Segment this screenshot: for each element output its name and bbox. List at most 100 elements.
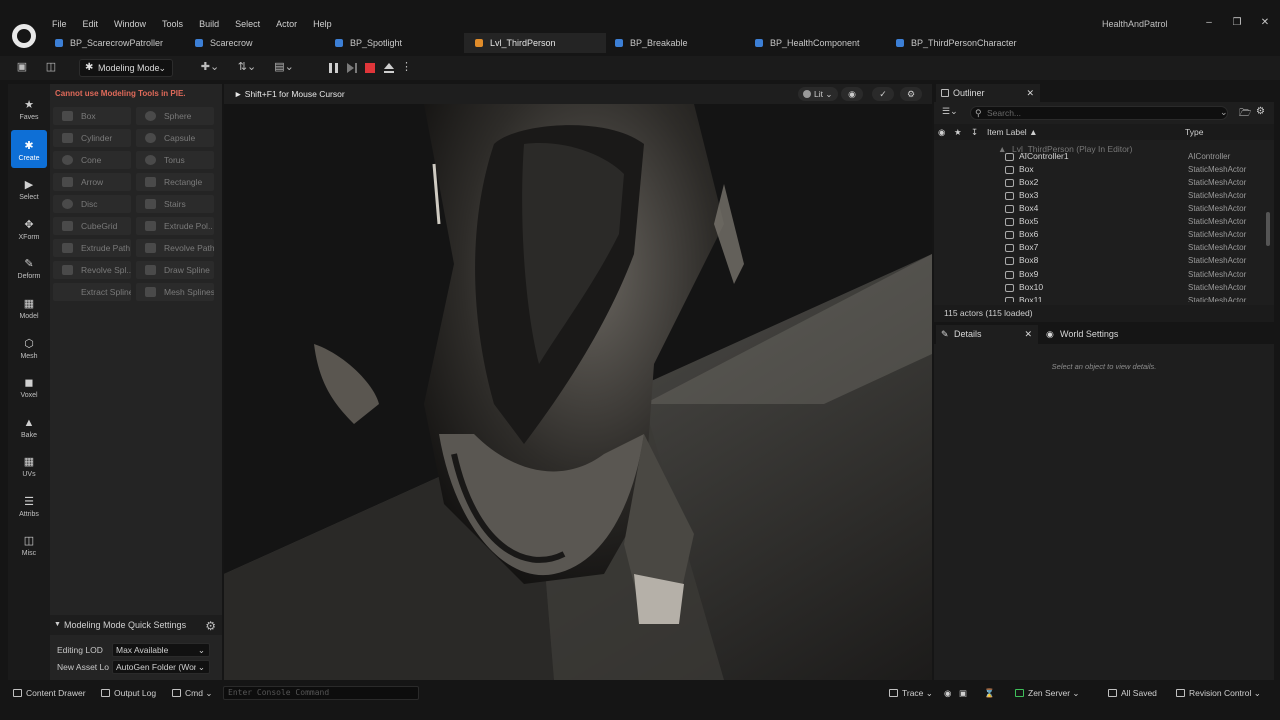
tool-cubegrid[interactable]: CubeGrid bbox=[53, 217, 131, 235]
output-log-button[interactable]: Output Log bbox=[100, 683, 156, 703]
chevron-down-icon[interactable]: ⌄ bbox=[1220, 107, 1228, 118]
tool-capsule[interactable]: Capsule bbox=[136, 129, 214, 147]
more-options-icon[interactable]: ⋮ bbox=[401, 61, 412, 74]
eject-icon[interactable] bbox=[382, 61, 396, 75]
menu-help[interactable]: Help bbox=[305, 18, 340, 30]
gear-icon[interactable]: ⚙ bbox=[205, 616, 216, 636]
content-drawer-button[interactable]: Content Drawer bbox=[12, 683, 86, 703]
tab-bp-spotlight[interactable]: BP_Spotlight bbox=[324, 33, 458, 53]
menu-window[interactable]: Window bbox=[106, 18, 154, 30]
menu-build[interactable]: Build bbox=[191, 18, 227, 30]
tool-torus[interactable]: Torus bbox=[136, 151, 214, 169]
tool-cone[interactable]: Cone bbox=[53, 151, 131, 169]
menu-actor[interactable]: Actor bbox=[268, 18, 305, 30]
tool-revolve-path[interactable]: Revolve Path bbox=[136, 239, 214, 257]
list-item[interactable]: Box4 StaticMeshActor bbox=[934, 202, 1266, 215]
tool-disc[interactable]: Disc bbox=[53, 195, 131, 213]
viewport-settings-icon[interactable]: ⚙ bbox=[900, 87, 922, 101]
outliner-search-input[interactable]: Search... bbox=[970, 106, 1228, 120]
tool-cylinder[interactable]: Cylinder bbox=[53, 129, 131, 147]
list-item[interactable]: Box5 StaticMeshActor bbox=[934, 215, 1266, 228]
editing-lod-dropdown[interactable]: Max Available ⌄ bbox=[112, 643, 210, 657]
trace-dropdown[interactable]: Trace ⌄ bbox=[888, 683, 933, 703]
tab-bp-thirdpersoncharacter[interactable]: BP_ThirdPersonCharacter bbox=[885, 33, 1045, 53]
outliner-tab[interactable]: Outliner ✕ bbox=[936, 84, 1040, 102]
cinematics-icon[interactable]: ▤⌄ bbox=[272, 61, 296, 74]
palette-uvs[interactable]: ▦ UVs bbox=[8, 446, 50, 484]
list-item[interactable]: Box9 StaticMeshActor bbox=[934, 268, 1266, 281]
close-icon[interactable]: ✕ bbox=[1251, 16, 1279, 30]
show-flags-icon[interactable]: ◉ bbox=[841, 87, 863, 101]
advance-frame-icon[interactable] bbox=[345, 61, 359, 75]
palette-faves[interactable]: ★ Faves bbox=[8, 89, 50, 127]
tab-scarecrow[interactable]: Scarecrow bbox=[184, 33, 318, 53]
list-item[interactable]: Box StaticMeshActor bbox=[934, 163, 1266, 176]
tool-arrow[interactable]: Arrow bbox=[53, 173, 131, 191]
list-item[interactable]: AIController1 AIController bbox=[934, 150, 1266, 163]
item-label-column[interactable]: Item Label ▲ bbox=[987, 124, 1037, 140]
filter-icon[interactable]: ☰⌄ bbox=[942, 106, 958, 117]
blueprints-icon[interactable]: ⇅⌄ bbox=[235, 61, 259, 74]
all-saved-button[interactable]: All Saved bbox=[1107, 683, 1157, 703]
add-folder-icon[interactable]: 🗁 bbox=[1239, 106, 1251, 123]
maximize-icon[interactable]: ❐ bbox=[1223, 16, 1251, 30]
list-item[interactable]: Box2 StaticMeshActor bbox=[934, 176, 1266, 189]
add-actor-icon[interactable]: ✚⌄ bbox=[198, 61, 222, 74]
list-item[interactable]: Box3 StaticMeshActor bbox=[934, 189, 1266, 202]
palette-attribs[interactable]: ☰ Attribs bbox=[8, 486, 50, 524]
close-icon[interactable]: ✕ bbox=[1024, 325, 1032, 344]
pause-icon[interactable] bbox=[327, 61, 341, 75]
list-item[interactable]: Box6 StaticMeshActor bbox=[934, 228, 1266, 241]
type-column[interactable]: Type bbox=[1185, 124, 1203, 140]
list-item[interactable]: Box11 StaticMeshActor bbox=[934, 294, 1266, 302]
mode-dropdown[interactable]: ✱ Modeling Mode ⌄ bbox=[79, 59, 173, 77]
tool-stairs[interactable]: Stairs bbox=[136, 195, 214, 213]
star-icon[interactable]: ★ bbox=[954, 124, 962, 140]
list-item[interactable]: Box8 StaticMeshActor bbox=[934, 254, 1266, 267]
palette-deform[interactable]: ✎ Deform bbox=[8, 248, 50, 286]
tab-lvl-thirdperson[interactable]: Lvl_ThirdPerson bbox=[464, 33, 606, 53]
tab-bp-scarecrowpatroller[interactable]: BP_ScarecrowPatroller bbox=[44, 33, 178, 53]
new-asset-location-dropdown[interactable]: AutoGen Folder (Worl ⌄ bbox=[112, 660, 210, 674]
menu-tools[interactable]: Tools bbox=[154, 18, 191, 30]
view-mode-lit-button[interactable]: Lit ⌄ bbox=[798, 87, 839, 101]
palette-select[interactable]: ▶ Select bbox=[8, 169, 50, 207]
palette-xform[interactable]: ✥ XForm bbox=[8, 209, 50, 247]
palette-mesh[interactable]: ⬡ Mesh bbox=[8, 328, 50, 366]
tool-sphere[interactable]: Sphere bbox=[136, 107, 214, 125]
palette-model[interactable]: ▦ Model bbox=[8, 288, 50, 326]
revision-control-dropdown[interactable]: Revision Control ⌄ bbox=[1175, 683, 1261, 703]
tool-extract-spline[interactable]: Extract Spline bbox=[53, 283, 131, 301]
list-item[interactable]: Box7 StaticMeshActor bbox=[934, 241, 1266, 254]
outliner-scrollbar[interactable] bbox=[1266, 212, 1270, 246]
tool-mesh-splines[interactable]: Mesh Splines bbox=[136, 283, 214, 301]
tool-box[interactable]: Box bbox=[53, 107, 131, 125]
console-command-input[interactable]: Enter Console Command bbox=[223, 686, 419, 700]
snap-settings-icon[interactable]: ✓ bbox=[872, 87, 894, 101]
tab-world-settings[interactable]: ◉ World Settings bbox=[1042, 325, 1152, 344]
palette-misc[interactable]: ◫ Misc bbox=[8, 525, 50, 563]
screenshot-icon[interactable]: ▣ bbox=[959, 683, 967, 703]
minimize-icon[interactable]: – bbox=[1195, 16, 1223, 30]
menu-select[interactable]: Select bbox=[227, 18, 268, 30]
cmd-dropdown[interactable]: Cmd ⌄ bbox=[171, 683, 212, 703]
unreal-logo[interactable] bbox=[12, 24, 36, 48]
quick-settings-header[interactable]: ▼ Modeling Mode Quick Settings ⚙ bbox=[50, 615, 222, 635]
palette-bake[interactable]: ▲ Bake bbox=[8, 407, 50, 445]
record-icon[interactable]: ◉ bbox=[944, 683, 951, 703]
tool-extrude-polygon[interactable]: Extrude Pol.. bbox=[136, 217, 214, 235]
content-browser-icon[interactable]: ◫ bbox=[44, 61, 58, 74]
menu-file[interactable]: File bbox=[44, 18, 75, 30]
save-icon[interactable]: ▣ bbox=[15, 61, 29, 74]
tool-rectangle[interactable]: Rectangle bbox=[136, 173, 214, 191]
tab-bp-breakable[interactable]: BP_Breakable bbox=[604, 33, 738, 53]
pin-icon[interactable]: ↧ bbox=[971, 124, 978, 140]
menu-edit[interactable]: Edit bbox=[75, 18, 107, 30]
gear-icon[interactable]: ⚙ bbox=[1256, 106, 1265, 117]
zen-server-dropdown[interactable]: Zen Server ⌄ bbox=[1014, 683, 1080, 703]
hourglass-icon[interactable]: ⌛ bbox=[984, 683, 995, 703]
level-viewport[interactable]: ► Shift+F1 for Mouse Cursor Lit ⌄ ◉ ✓ ⚙ bbox=[224, 84, 932, 680]
tool-draw-spline[interactable]: Draw Spline bbox=[136, 261, 214, 279]
visibility-icon[interactable]: ◉ bbox=[938, 124, 945, 140]
tab-bp-healthcomponent[interactable]: BP_HealthComponent bbox=[744, 33, 884, 53]
